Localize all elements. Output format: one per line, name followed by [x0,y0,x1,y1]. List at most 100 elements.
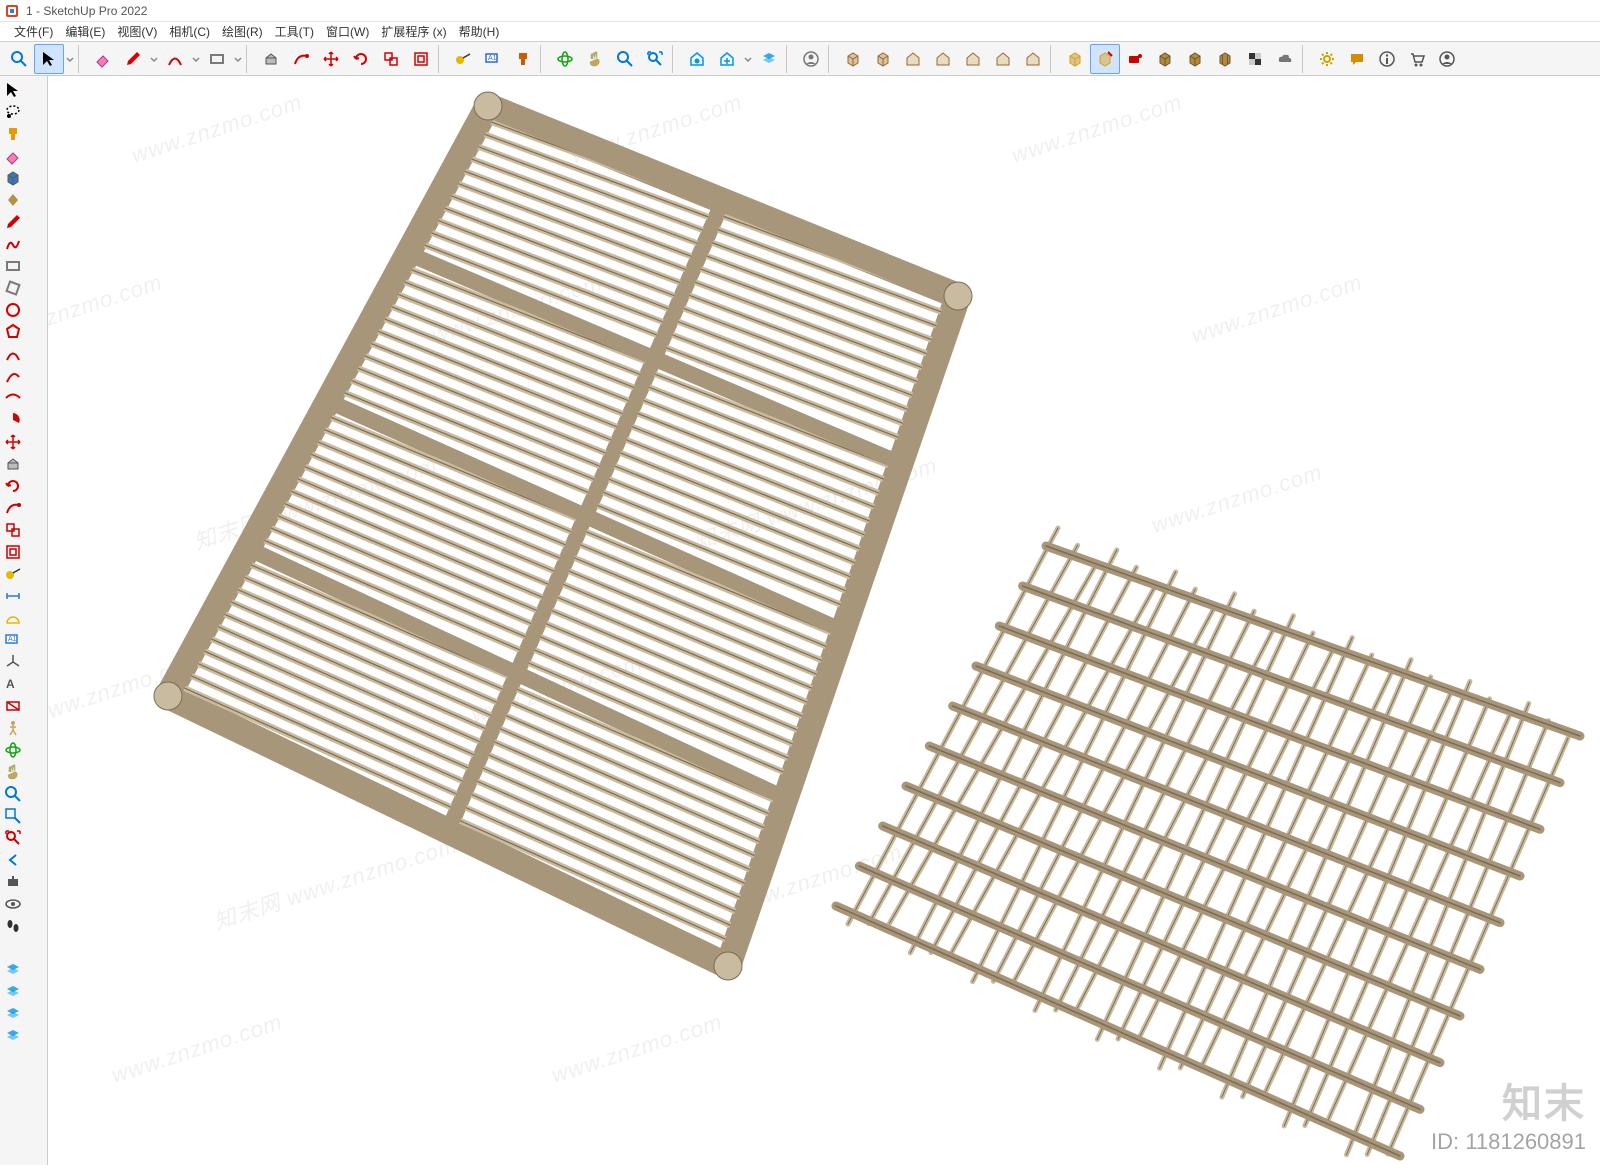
ext-dropdown-icon[interactable] [742,44,754,74]
eraser-tool-icon[interactable] [2,145,24,167]
scale-tool-icon[interactable] [2,519,24,541]
zoom-extents-icon[interactable] [640,44,670,74]
rectangle-dropdown-icon[interactable] [232,44,244,74]
user-icon[interactable] [796,44,826,74]
rotated-rect-icon[interactable] [2,277,24,299]
text-tool-icon[interactable]: A1 [2,629,24,651]
line-tool-icon[interactable] [2,211,24,233]
dimension-icon[interactable] [2,585,24,607]
eraser-icon[interactable] [88,44,118,74]
menu-draw[interactable]: 绘图(R) [216,21,269,42]
rotate-tool-icon[interactable] [2,475,24,497]
orbit-icon[interactable] [550,44,580,74]
solid-cube2-icon[interactable] [1180,44,1210,74]
view-back-icon[interactable] [928,44,958,74]
ext-warehouse-icon[interactable] [712,44,742,74]
offset-icon[interactable] [406,44,436,74]
tape-tool-icon[interactable] [2,563,24,585]
pan-icon[interactable] [580,44,610,74]
zoom-icon[interactable] [610,44,640,74]
viewport[interactable]: www.znzmo.com www.znzmo.com www.znzmo.co… [48,76,1600,1165]
3pt-arc-icon[interactable] [2,387,24,409]
checker-icon[interactable] [1240,44,1270,74]
menu-edit[interactable]: 编辑(E) [59,21,111,42]
walk-icon[interactable] [2,717,24,739]
view-bottom-icon[interactable] [1018,44,1048,74]
pushpull-icon[interactable] [256,44,286,74]
previous-icon[interactable] [2,849,24,871]
solid-cube-icon[interactable] [1150,44,1180,74]
arc-icon[interactable] [160,44,190,74]
solid-group-icon[interactable] [1210,44,1240,74]
axes-icon[interactable] [2,651,24,673]
orbit-tool-icon[interactable] [2,739,24,761]
followme-icon[interactable] [286,44,316,74]
info-icon[interactable] [1372,44,1402,74]
menu-camera[interactable]: 相机(C) [163,21,216,42]
scale-icon[interactable] [376,44,406,74]
chat-icon[interactable] [1342,44,1372,74]
position-cam-icon[interactable] [2,871,24,893]
gear-icon[interactable] [1312,44,1342,74]
paint-face-icon[interactable] [2,123,24,145]
zoom-window-icon[interactable] [2,805,24,827]
freehand-icon[interactable] [2,233,24,255]
menu-view[interactable]: 视图(V) [111,21,163,42]
material-icon[interactable] [2,167,24,189]
pan-tool-icon[interactable] [2,761,24,783]
tape-icon[interactable] [448,44,478,74]
cloud-icon[interactable] [1270,44,1300,74]
2pt-arc-icon[interactable] [2,365,24,387]
zoom-ext-tool-icon[interactable] [2,827,24,849]
menu-help[interactable]: 帮助(H) [453,21,506,42]
sandbox3-icon[interactable] [2,1003,24,1025]
protractor-icon[interactable] [2,607,24,629]
lasso-icon[interactable] [2,101,24,123]
followme-tool-icon[interactable] [2,497,24,519]
select-tool-icon[interactable] [2,79,24,101]
group-icon[interactable] [1060,44,1090,74]
menu-ext[interactable]: 扩展程序 (x) [375,21,452,42]
pushpull-tool-icon[interactable] [2,453,24,475]
rotate-icon[interactable] [346,44,376,74]
cart-icon[interactable] [1402,44,1432,74]
section-icon[interactable] [2,695,24,717]
select-tool-icon[interactable] [34,44,64,74]
text-icon[interactable]: A1 [478,44,508,74]
pencil-icon[interactable] [118,44,148,74]
select-dropdown-icon[interactable] [64,44,76,74]
account-icon[interactable] [1432,44,1462,74]
pie-tool-icon[interactable] [2,409,24,431]
arc-dropdown-icon[interactable] [190,44,202,74]
sandbox4-icon[interactable] [2,1025,24,1047]
menu-window[interactable]: 窗口(W) [320,21,375,42]
sandbox2-icon[interactable] [2,981,24,1003]
view-front-icon[interactable] [898,44,928,74]
3dtext-icon[interactable]: A [2,673,24,695]
move-tool-icon[interactable] [2,431,24,453]
style-icon[interactable] [2,189,24,211]
arc-tool-icon[interactable] [2,343,24,365]
view-iso-icon[interactable] [838,44,868,74]
view-top-icon[interactable] [868,44,898,74]
sandbox1-icon[interactable] [2,959,24,981]
view-right-icon[interactable] [988,44,1018,74]
warehouse-icon[interactable] [682,44,712,74]
paint-icon[interactable] [508,44,538,74]
menu-tools[interactable]: 工具(T) [269,21,320,42]
rectangle-icon[interactable] [202,44,232,74]
view-left-icon[interactable] [958,44,988,74]
search-icon[interactable] [4,44,34,74]
look-around-icon[interactable] [2,893,24,915]
zoom-tool-icon[interactable] [2,783,24,805]
record-icon[interactable] [1120,44,1150,74]
pencil-dropdown-icon[interactable] [148,44,160,74]
circle-tool-icon[interactable] [2,299,24,321]
offset-tool-icon[interactable] [2,541,24,563]
component-edit-icon[interactable] [1090,44,1120,74]
layers-icon[interactable] [754,44,784,74]
rectangle-tool-icon[interactable] [2,255,24,277]
walk-tool-icon[interactable] [2,915,24,937]
move-icon[interactable] [316,44,346,74]
menu-file[interactable]: 文件(F) [8,21,59,42]
